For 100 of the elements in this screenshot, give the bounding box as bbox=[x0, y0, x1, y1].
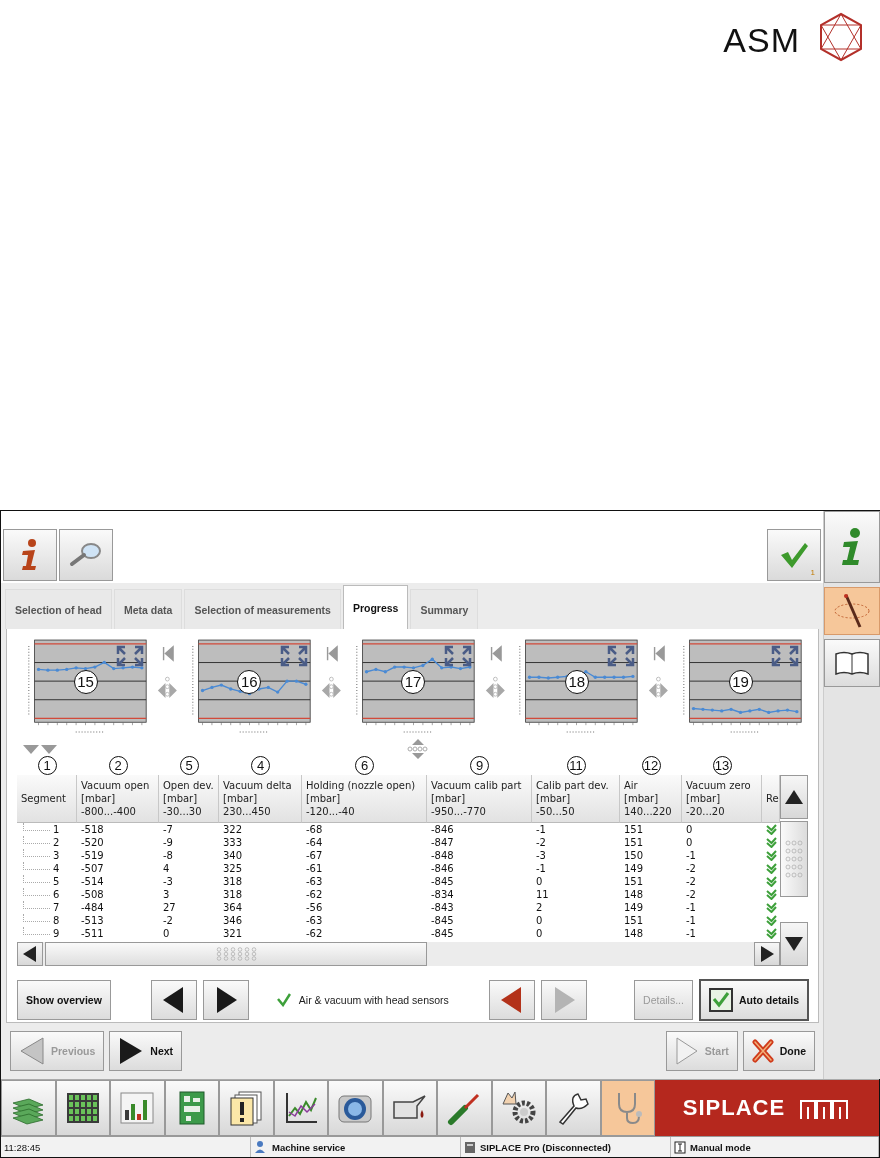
scrollbar-thumb[interactable] bbox=[45, 942, 427, 966]
callout-number: 4 bbox=[251, 756, 270, 775]
expand-icon[interactable] bbox=[443, 645, 472, 667]
table-cell: 151 bbox=[624, 914, 644, 927]
table-cell: -2 bbox=[686, 888, 696, 901]
table-cell: 0 bbox=[536, 927, 543, 940]
taskbar-button[interactable] bbox=[546, 1080, 601, 1136]
search-button[interactable] bbox=[59, 529, 113, 581]
column-header[interactable]: Open dev. [mbar] -30...30 bbox=[159, 775, 219, 823]
column-header[interactable]: Calib part dev. [mbar] -50...50 bbox=[532, 775, 620, 823]
tab[interactable]: Meta data bbox=[113, 589, 183, 629]
table-cell: 333 bbox=[223, 836, 243, 849]
user-icon bbox=[254, 1140, 268, 1154]
table-cell: -834 bbox=[431, 888, 454, 901]
table-cell: 318 bbox=[223, 888, 243, 901]
book-icon bbox=[834, 650, 870, 676]
table-cell: -845 bbox=[431, 927, 454, 940]
callout-number: 5 bbox=[179, 756, 199, 775]
table-cell: 0 bbox=[686, 836, 693, 849]
table-cell: -67 bbox=[306, 849, 323, 862]
table-cell: -518 bbox=[81, 823, 104, 836]
taskbar-button[interactable] bbox=[273, 1080, 328, 1136]
column-header[interactable]: Air [mbar] 140...220 bbox=[620, 775, 682, 823]
tab[interactable]: Summary bbox=[410, 589, 479, 629]
table-cell: -9 bbox=[163, 836, 173, 849]
callout-number: 13 bbox=[712, 756, 732, 775]
checkbox[interactable] bbox=[708, 988, 733, 1012]
play-icon bbox=[674, 1037, 699, 1065]
table-cell: 2 bbox=[53, 836, 60, 849]
server-icon bbox=[464, 1140, 476, 1154]
table-cell: -8 bbox=[163, 849, 173, 862]
column-header[interactable]: Segment bbox=[17, 775, 77, 823]
column-header[interactable]: Vacuum zero [mbar] -20...20 bbox=[682, 775, 762, 823]
table-cell: -514 bbox=[81, 875, 104, 888]
tab[interactable]: Selection of head bbox=[5, 589, 112, 629]
sidebar-button[interactable] bbox=[824, 511, 880, 583]
callout-number: 6 bbox=[355, 756, 374, 775]
arrow-button[interactable] bbox=[202, 980, 249, 1020]
callout-number: 2 bbox=[108, 756, 128, 775]
table-cell: 149 bbox=[624, 862, 644, 875]
column-header[interactable]: Vacuum open [mbar] -800...-400 bbox=[77, 775, 159, 823]
table-cell: -61 bbox=[306, 862, 323, 875]
expand-icon[interactable] bbox=[771, 645, 799, 667]
taskbar-button[interactable] bbox=[55, 1080, 110, 1136]
table-cell: -519 bbox=[81, 849, 104, 862]
sidebar-button[interactable] bbox=[824, 639, 880, 687]
arrow-button[interactable] bbox=[150, 980, 197, 1020]
table-cell: 9 bbox=[53, 927, 60, 940]
left-arrow-icon bbox=[23, 946, 37, 962]
taskbar-button[interactable] bbox=[219, 1080, 274, 1136]
close-icon bbox=[751, 1039, 774, 1063]
sensor-status-text: Air & vacuum with head sensors bbox=[298, 994, 449, 1006]
table-cell: 0 bbox=[163, 927, 170, 940]
table-cell: -62 bbox=[306, 888, 323, 901]
next-button[interactable]: Next bbox=[109, 1031, 183, 1071]
taskbar-button[interactable] bbox=[328, 1080, 383, 1136]
callout-number: 1 bbox=[37, 756, 57, 775]
column-header[interactable]: Re bbox=[762, 775, 780, 823]
scroll-left-button[interactable] bbox=[17, 942, 43, 966]
table-cell: 150 bbox=[624, 849, 644, 862]
tab[interactable]: Progress bbox=[342, 585, 409, 629]
tab[interactable]: Selection of measurements bbox=[184, 589, 341, 629]
table-cell: -63 bbox=[306, 875, 323, 888]
table-cell: -843 bbox=[431, 901, 454, 914]
taskbar-button[interactable] bbox=[491, 1080, 546, 1136]
done-button[interactable]: Done bbox=[742, 1031, 815, 1071]
table-cell: 4 bbox=[53, 862, 60, 875]
table-cell: -3 bbox=[536, 849, 546, 862]
table-cell: -511 bbox=[81, 927, 104, 940]
info-button[interactable] bbox=[3, 529, 57, 581]
table-cell: -848 bbox=[431, 849, 454, 862]
table-cell: -63 bbox=[306, 914, 323, 927]
show-overview-button[interactable]: Show overview bbox=[17, 980, 111, 1020]
arrow-button[interactable] bbox=[488, 980, 535, 1020]
table-cell: -845 bbox=[431, 914, 454, 927]
scroll-down-button[interactable] bbox=[780, 922, 808, 966]
expand-icon[interactable] bbox=[607, 645, 636, 667]
scrollbar-thumb[interactable] bbox=[780, 821, 808, 897]
table-cell: 149 bbox=[624, 901, 644, 914]
table-cell: 151 bbox=[624, 836, 644, 849]
sidebar-button[interactable] bbox=[824, 587, 880, 635]
auto-details-toggle[interactable]: Auto details bbox=[698, 979, 809, 1021]
column-header[interactable]: Vacuum delta [mbar] 230...450 bbox=[219, 775, 302, 823]
column-header[interactable]: Holding (nozzle open) [mbar] -120...-40 bbox=[302, 775, 427, 823]
table-cell: 322 bbox=[223, 823, 243, 836]
grip-icon bbox=[215, 947, 257, 961]
table-cell: 3 bbox=[163, 888, 170, 901]
table-cell: -1 bbox=[686, 849, 696, 862]
scroll-right-button[interactable] bbox=[754, 942, 780, 966]
scroll-up-button[interactable] bbox=[780, 775, 808, 819]
table-cell: -68 bbox=[306, 823, 323, 836]
expand-icon[interactable] bbox=[116, 645, 144, 667]
table-cell: 6 bbox=[53, 888, 60, 901]
callout-number: 11 bbox=[566, 756, 586, 775]
gear-icon bbox=[499, 1090, 538, 1126]
table-cell: 318 bbox=[223, 875, 243, 888]
column-header[interactable]: Vacuum calib part [mbar] -950...-770 bbox=[427, 775, 532, 823]
table-cell: 340 bbox=[223, 849, 243, 862]
table-cell: 2 bbox=[536, 901, 543, 914]
expand-icon[interactable] bbox=[279, 645, 308, 667]
